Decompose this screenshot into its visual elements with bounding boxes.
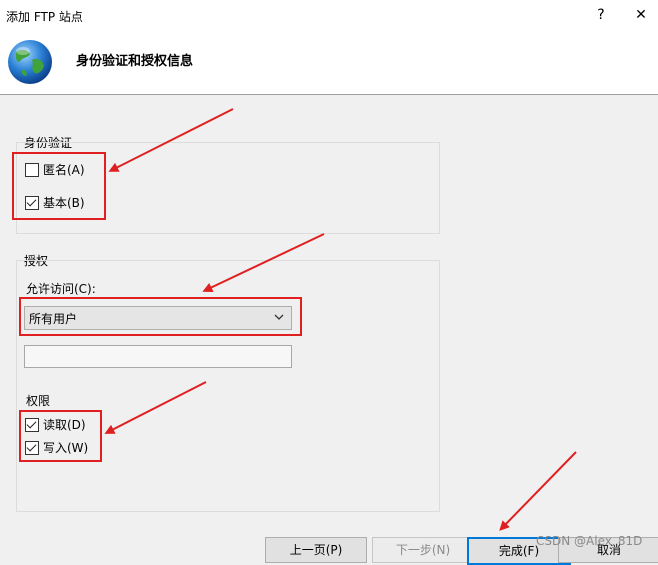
annotation-arrow-finish [499, 451, 577, 531]
prev-button[interactable]: 上一页(P) [265, 537, 367, 563]
read-checkbox[interactable] [25, 418, 39, 432]
page-title: 身份验证和授权信息 [76, 54, 194, 69]
help-button[interactable]: ? [586, 4, 616, 26]
anonymous-label: 匿名(A) [43, 163, 85, 177]
allow-access-dropdown[interactable]: 所有用户 [24, 306, 292, 330]
anonymous-checkbox[interactable] [25, 163, 39, 177]
wizard-header: 身份验证和授权信息 [0, 30, 658, 95]
watermark: CSDN @Alex_81D [536, 534, 643, 548]
title-bar: 添加 FTP 站点 ? ✕ [0, 0, 658, 30]
next-button[interactable]: 下一步(N) [372, 537, 474, 563]
basic-label: 基本(B) [43, 196, 85, 210]
permissions-group-label: 权限 [26, 394, 51, 408]
basic-checkbox[interactable] [25, 196, 39, 210]
authorization-group [16, 260, 440, 512]
authentication-group [16, 142, 440, 234]
allow-access-value: 所有用户 [29, 312, 78, 326]
read-label: 读取(D) [43, 418, 86, 432]
close-button[interactable]: ✕ [626, 4, 656, 26]
chevron-down-icon [274, 314, 284, 320]
globe-icon [8, 40, 52, 84]
write-checkbox[interactable] [25, 441, 39, 455]
write-label: 写入(W) [43, 441, 89, 455]
allow-access-label: 允许访问(C): [26, 282, 96, 296]
window-title: 添加 FTP 站点 [6, 10, 83, 24]
users-input[interactable] [24, 345, 292, 368]
